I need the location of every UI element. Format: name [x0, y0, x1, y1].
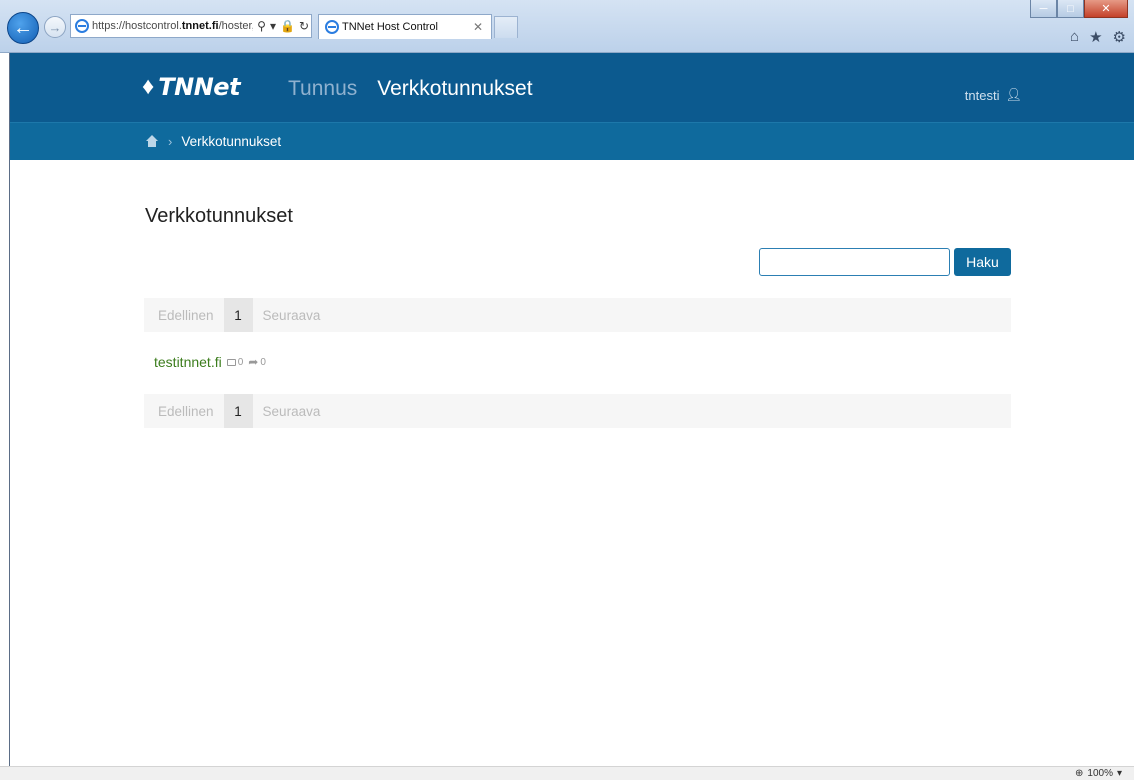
- envelope-icon: [226, 358, 236, 366]
- forward-button[interactable]: →: [44, 16, 66, 38]
- settings-gear-icon[interactable]: ⚙: [1113, 28, 1126, 46]
- browser-chrome: ← → https://hostcontrol. tnnet.fi/hoster,…: [0, 0, 1134, 53]
- browser-tab-active[interactable]: TNNet Host Control ✕: [318, 14, 492, 39]
- main-nav: Tunnus Verkkotunnukset: [288, 77, 533, 101]
- minimize-button[interactable]: ─: [1030, 0, 1057, 18]
- window-left-edge: [0, 53, 10, 766]
- user-menu[interactable]: tntesti 👤︎: [965, 87, 1022, 103]
- breadcrumb: › Verkkotunnukset: [10, 122, 1134, 160]
- breadcrumb-current: Verkkotunnukset: [181, 134, 282, 149]
- url-prefix: https://hostcontrol.: [92, 20, 182, 32]
- pager-page-current[interactable]: 1: [223, 394, 253, 428]
- zoom-level: 100%: [1087, 768, 1113, 779]
- window-controls: ─ □ ✕: [1030, 0, 1128, 18]
- zoom-control[interactable]: ⊕ 100% ▾: [1075, 768, 1122, 779]
- mail-count-value: 0: [237, 356, 244, 368]
- forward-count: ➦ 0: [248, 355, 266, 369]
- nav-link-verkkotunnukset[interactable]: Verkkotunnukset: [377, 77, 532, 101]
- search-input[interactable]: [759, 248, 950, 276]
- forward-count-value: 0: [260, 356, 266, 368]
- arrow-left-icon: ←: [13, 16, 33, 39]
- nav-link-tunnus[interactable]: Tunnus: [288, 77, 357, 101]
- domain-link[interactable]: testitnnet.fi: [154, 354, 222, 370]
- home-icon[interactable]: ⌂: [1070, 28, 1079, 46]
- arrow-right-icon: →: [48, 19, 62, 35]
- search-icon[interactable]: ⚲: [257, 19, 266, 33]
- home-breadcrumb-icon[interactable]: [145, 134, 159, 148]
- refresh-icon[interactable]: ↻: [299, 19, 309, 33]
- address-tools: ⚲ ▾ 🔒 ↻: [253, 17, 309, 35]
- tab-title: TNNet Host Control: [342, 21, 438, 33]
- status-bar: ⊕ 100% ▾: [0, 766, 1134, 780]
- maximize-button[interactable]: □: [1057, 0, 1084, 18]
- tab-favicon-icon: [325, 20, 339, 34]
- share-forward-icon: ➦: [248, 355, 259, 369]
- address-bar[interactable]: https://hostcontrol. tnnet.fi/hoster, ⚲ ▾…: [70, 14, 312, 38]
- mail-count: 0: [226, 356, 244, 368]
- pager-previous[interactable]: Edellinen: [144, 308, 224, 323]
- pager-page-current[interactable]: 1: [223, 298, 253, 332]
- list-item: testitnnet.fi 0 ➦ 0: [154, 354, 266, 370]
- logo-text: TNNet: [158, 73, 241, 101]
- close-window-button[interactable]: ✕: [1084, 0, 1128, 18]
- chevron-right-icon: ›: [168, 134, 173, 149]
- chevron-down-icon: ▾: [1116, 768, 1122, 779]
- url-rest: /hoster,: [218, 20, 255, 32]
- diamond-logo-icon: ♦: [142, 73, 155, 100]
- pager-previous[interactable]: Edellinen: [144, 404, 224, 419]
- site-header: ♦ TNNet Tunnus Verkkotunnukset tntesti 👤…: [10, 53, 1134, 122]
- username: tntesti: [964, 87, 1000, 103]
- user-icon: 👤︎: [1005, 87, 1022, 102]
- url-host: tnnet.fi: [181, 20, 219, 32]
- ie-icon: [75, 19, 89, 33]
- lock-icon[interactable]: 🔒: [280, 19, 295, 33]
- new-tab-button[interactable]: [494, 16, 518, 38]
- pager-bottom: Edellinen 1 Seuraava: [144, 394, 1011, 428]
- pager-next[interactable]: Seuraava: [253, 404, 321, 419]
- pager-top: Edellinen 1 Seuraava: [144, 298, 1011, 332]
- favorites-star-icon[interactable]: ★: [1089, 28, 1102, 46]
- tnnet-logo[interactable]: ♦ TNNet: [142, 73, 241, 101]
- close-tab-icon[interactable]: ✕: [473, 20, 483, 34]
- search-button[interactable]: Haku: [954, 248, 1011, 276]
- dropdown-icon[interactable]: ▾: [270, 19, 276, 33]
- back-button[interactable]: ←: [7, 12, 39, 44]
- browser-tools: ⌂ ★ ⚙: [1070, 28, 1126, 46]
- zoom-icon: ⊕: [1075, 768, 1084, 779]
- pager-next[interactable]: Seuraava: [253, 308, 321, 323]
- page-title: Verkkotunnukset: [145, 205, 293, 227]
